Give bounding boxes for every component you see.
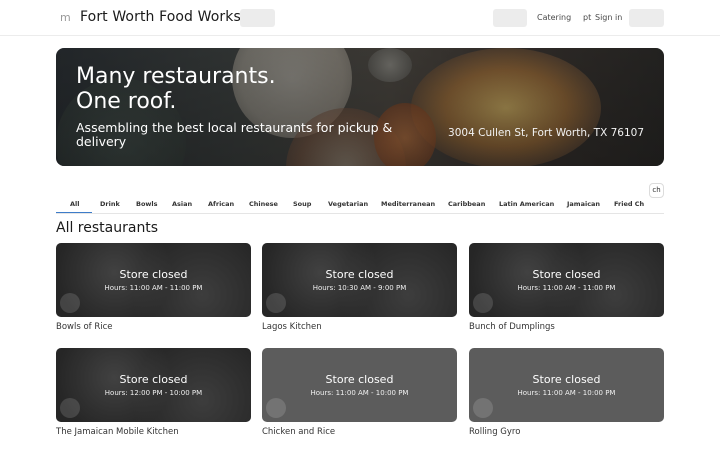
store-status: Store closed bbox=[532, 268, 601, 281]
sign-in-link[interactable]: Sign in bbox=[595, 13, 622, 22]
store-hours: Hours: 11:00 AM - 10:00 PM bbox=[310, 389, 409, 397]
restaurant-name[interactable]: The Jamaican Mobile Kitchen bbox=[56, 427, 179, 437]
tab-soup[interactable]: Soup bbox=[293, 200, 311, 208]
restaurant-name[interactable]: Rolling Gyro bbox=[469, 427, 520, 437]
store-status: Store closed bbox=[325, 268, 394, 281]
restaurant-logo bbox=[266, 398, 286, 418]
store-status: Store closed bbox=[532, 373, 601, 386]
store-hours: Hours: 11:00 AM - 11:00 PM bbox=[517, 284, 616, 292]
catering-link[interactable]: Catering bbox=[537, 13, 571, 22]
tab-all[interactable]: All bbox=[70, 200, 80, 208]
tab-asian[interactable]: Asian bbox=[172, 200, 192, 208]
restaurant-logo bbox=[60, 398, 80, 418]
restaurant-image[interactable]: Store closed Hours: 11:00 AM - 11:00 PM bbox=[56, 243, 251, 317]
restaurant-image[interactable]: Store closed Hours: 12:00 PM - 10:00 PM bbox=[56, 348, 251, 422]
tab-jamaican[interactable]: Jamaican bbox=[567, 200, 600, 208]
section-title: All restaurants bbox=[56, 220, 159, 236]
restaurant-logo bbox=[473, 293, 493, 313]
tab-vegetarian[interactable]: Vegetarian bbox=[328, 200, 368, 208]
store-hours: Hours: 11:00 AM - 10:00 PM bbox=[517, 389, 616, 397]
store-status: Store closed bbox=[119, 268, 188, 281]
hero-address: 3004 Cullen St, Fort Worth, TX 76107 bbox=[448, 127, 644, 139]
hero-banner: Many restaurants. One roof. Assembling t… bbox=[56, 48, 664, 166]
location-placeholder[interactable] bbox=[240, 9, 275, 27]
language-link[interactable]: pt bbox=[583, 13, 591, 22]
tab-latin-american[interactable]: Latin American bbox=[499, 200, 554, 208]
brand-title[interactable]: Fort Worth Food Works bbox=[80, 9, 241, 25]
category-tabs: All Drink Bowls Asian African Chinese Soup Vege… bbox=[56, 192, 664, 214]
store-status: Store closed bbox=[325, 373, 394, 386]
store-hours: Hours: 12:00 PM - 10:00 PM bbox=[104, 389, 203, 397]
active-tab-indicator bbox=[56, 212, 92, 213]
tab-caribbean[interactable]: Caribbean bbox=[448, 200, 485, 208]
cart-placeholder[interactable] bbox=[629, 9, 664, 27]
tab-fried-ch[interactable]: Fried Ch bbox=[614, 200, 644, 208]
store-status: Store closed bbox=[119, 373, 188, 386]
restaurant-name[interactable]: Lagos Kitchen bbox=[262, 322, 322, 332]
restaurant-image[interactable]: Store closed Hours: 11:00 AM - 10:00 PM bbox=[469, 348, 664, 422]
tab-bowls[interactable]: Bowls bbox=[136, 200, 158, 208]
restaurant-logo bbox=[473, 398, 493, 418]
hero-title: Many restaurants. One roof. bbox=[76, 64, 276, 114]
restaurant-name[interactable]: Chicken and Rice bbox=[262, 427, 335, 437]
restaurant-image[interactable]: Store closed Hours: 11:00 AM - 10:00 PM bbox=[262, 348, 457, 422]
store-hours: Hours: 10:30 AM - 9:00 PM bbox=[312, 284, 407, 292]
nav-placeholder[interactable] bbox=[493, 9, 527, 27]
tab-drink[interactable]: Drink bbox=[100, 200, 120, 208]
restaurant-name[interactable]: Bunch of Dumplings bbox=[469, 322, 555, 332]
restaurant-name[interactable]: Bowls of Rice bbox=[56, 322, 113, 332]
hero-subtitle: Assembling the best local restaurants fo… bbox=[76, 120, 393, 149]
menu-icon[interactable]: m bbox=[60, 11, 71, 24]
tab-african[interactable]: African bbox=[208, 200, 234, 208]
restaurant-logo bbox=[266, 293, 286, 313]
store-hours: Hours: 11:00 AM - 11:00 PM bbox=[104, 284, 203, 292]
tab-mediterranean[interactable]: Mediterranean bbox=[381, 200, 435, 208]
restaurant-logo bbox=[60, 293, 80, 313]
restaurant-image[interactable]: Store closed Hours: 11:00 AM - 11:00 PM bbox=[469, 243, 664, 317]
tab-chinese[interactable]: Chinese bbox=[249, 200, 278, 208]
restaurant-image[interactable]: Store closed Hours: 10:30 AM - 9:00 PM bbox=[262, 243, 457, 317]
top-header: m Fort Worth Food Works Catering pt Sign… bbox=[0, 0, 720, 36]
tabs-scroll-button[interactable]: ch bbox=[649, 183, 664, 198]
